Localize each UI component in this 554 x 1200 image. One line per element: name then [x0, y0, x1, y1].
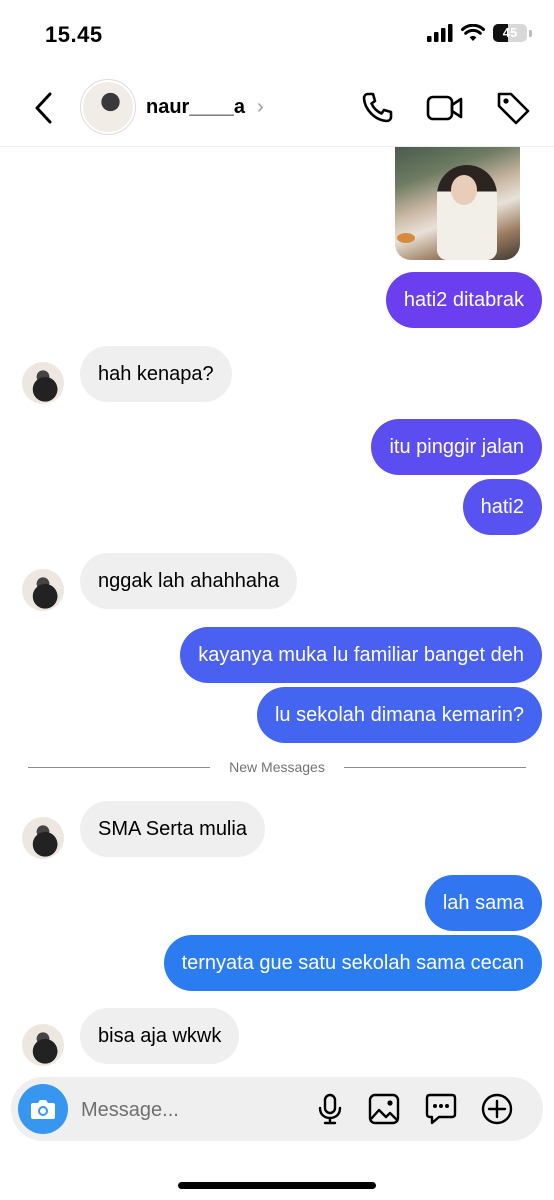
- message-bubble-sent[interactable]: ternyata gue satu sekolah sama cecan: [163, 935, 542, 991]
- battery-percentage: 45: [502, 25, 518, 40]
- wifi-icon: [461, 24, 485, 41]
- shared-photo[interactable]: [395, 147, 520, 260]
- camera-button[interactable]: [18, 1084, 68, 1134]
- home-indicator[interactable]: [178, 1182, 376, 1189]
- sender-avatar[interactable]: [22, 817, 64, 859]
- back-arrow-icon[interactable]: [30, 90, 60, 126]
- sender-avatar[interactable]: [22, 362, 64, 404]
- sticker-chat-icon[interactable]: [423, 1091, 459, 1127]
- message-input[interactable]: [79, 1087, 303, 1133]
- cellular-signal-icon: [427, 24, 453, 42]
- chevron-right-icon[interactable]: ›: [257, 96, 264, 119]
- video-call-icon[interactable]: [425, 88, 465, 128]
- message-bubble-sent[interactable]: hati2: [462, 479, 542, 535]
- message-bubble-sent[interactable]: lah sama: [424, 875, 542, 931]
- contact-avatar[interactable]: [80, 79, 136, 135]
- microphone-icon[interactable]: [312, 1091, 348, 1127]
- battery-icon: 45: [493, 24, 527, 42]
- message-composer: [11, 1077, 543, 1141]
- message-list[interactable]: hati2 ditabrak hah kenapa? itu pinggir j…: [0, 147, 554, 1077]
- message-bubble-sent[interactable]: lu sekolah dimana kemarin?: [256, 687, 542, 743]
- message-bubble-received[interactable]: bisa aja wkwk: [80, 1008, 240, 1064]
- chat-header: naur____a ›: [0, 70, 554, 147]
- camera-icon: [31, 1100, 55, 1119]
- contact-name[interactable]: naur____a: [146, 96, 245, 119]
- sender-avatar[interactable]: [22, 569, 64, 611]
- status-time: 15.45: [45, 22, 103, 47]
- gallery-icon[interactable]: [366, 1091, 402, 1127]
- message-bubble-sent[interactable]: itu pinggir jalan: [371, 419, 542, 475]
- phone-icon[interactable]: [357, 88, 397, 128]
- sender-avatar[interactable]: [22, 1024, 64, 1066]
- tag-icon[interactable]: [493, 88, 533, 128]
- message-bubble-received[interactable]: SMA Serta mulia: [80, 801, 265, 857]
- status-bar: 15.45 45: [0, 0, 554, 70]
- message-bubble-sent[interactable]: hati2 ditabrak: [385, 272, 542, 328]
- new-messages-divider: New Messages: [28, 757, 526, 777]
- message-bubble-sent[interactable]: kayanya muka lu familiar banget deh: [180, 627, 542, 683]
- message-bubble-received[interactable]: nggak lah ahahhaha: [80, 553, 298, 609]
- battery-cap: [529, 29, 532, 37]
- message-bubble-received[interactable]: hah kenapa?: [80, 346, 232, 402]
- status-icons: 45: [427, 24, 532, 42]
- add-icon[interactable]: [479, 1091, 515, 1127]
